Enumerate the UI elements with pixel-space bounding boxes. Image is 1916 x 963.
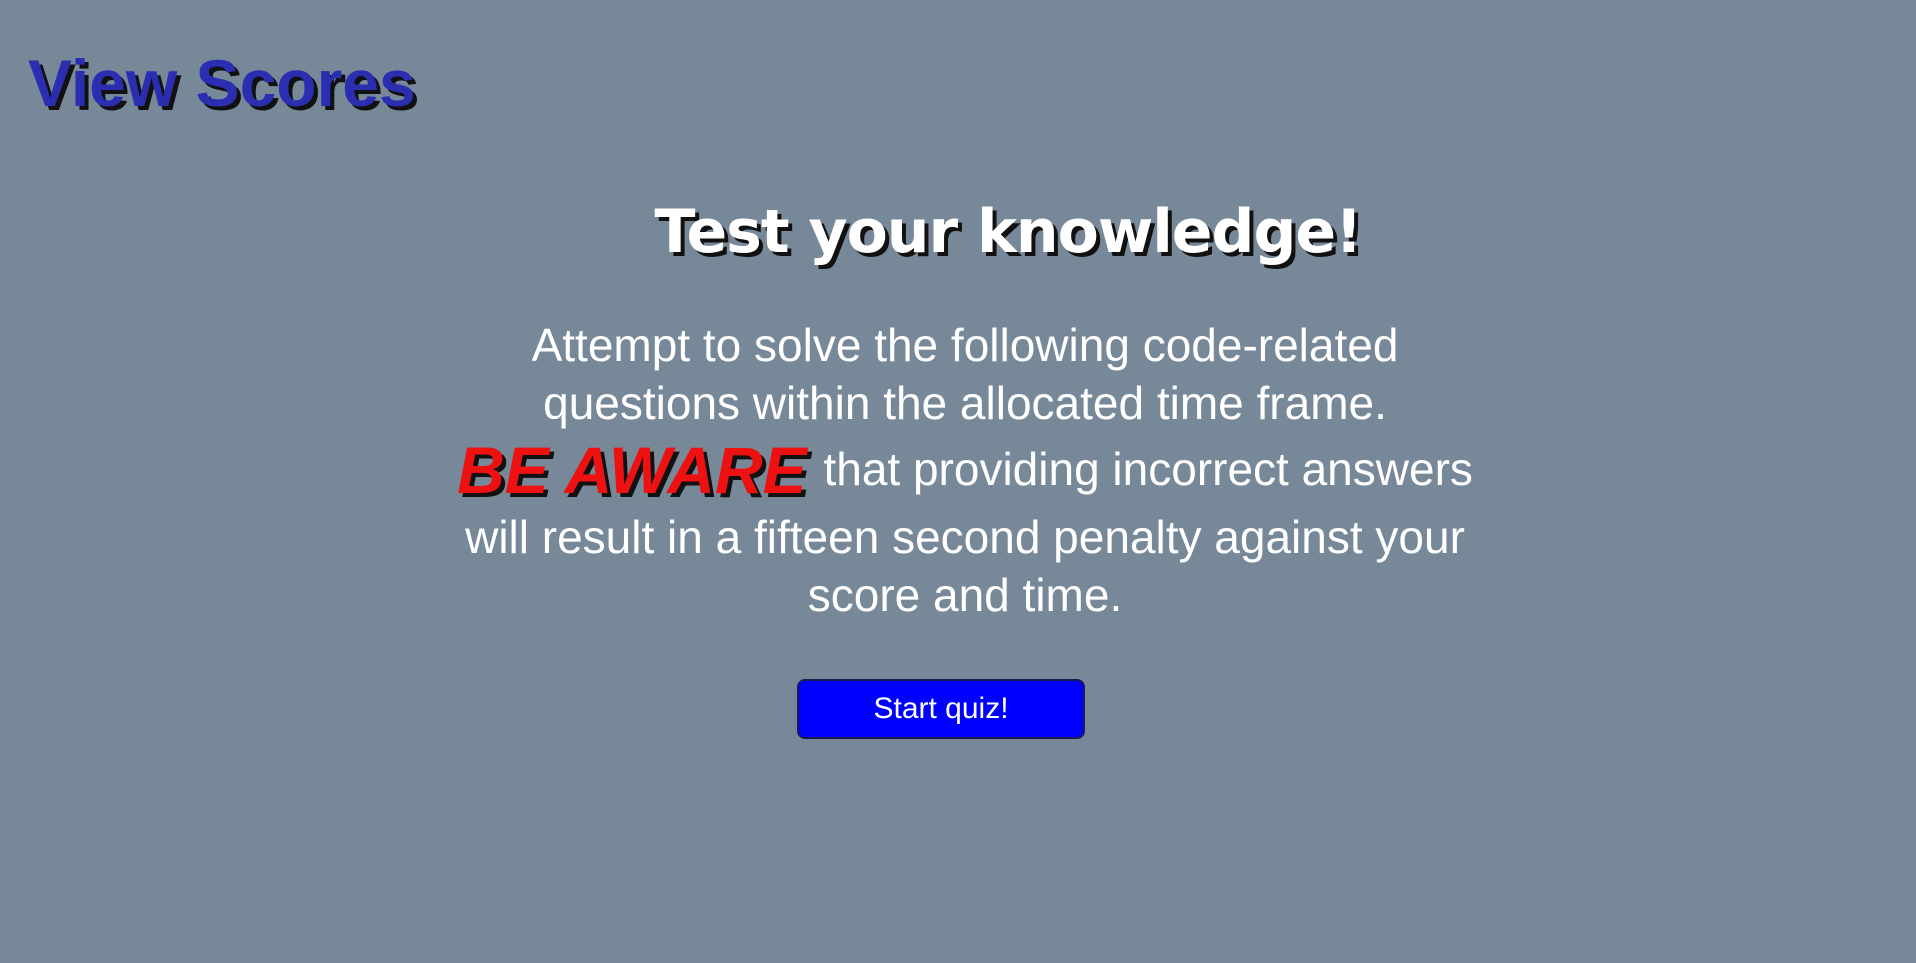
start-quiz-button[interactable]: Start quiz! bbox=[797, 679, 1085, 739]
view-scores-link[interactable]: View Scores bbox=[28, 50, 416, 116]
page-title: Test your knowledge! bbox=[654, 197, 1363, 267]
instructions-text-intro: Attempt to solve the following code-rela… bbox=[531, 319, 1399, 429]
be-aware-warning: BE AWARE bbox=[457, 433, 807, 507]
quiz-instructions: Attempt to solve the following code-rela… bbox=[440, 316, 1490, 624]
